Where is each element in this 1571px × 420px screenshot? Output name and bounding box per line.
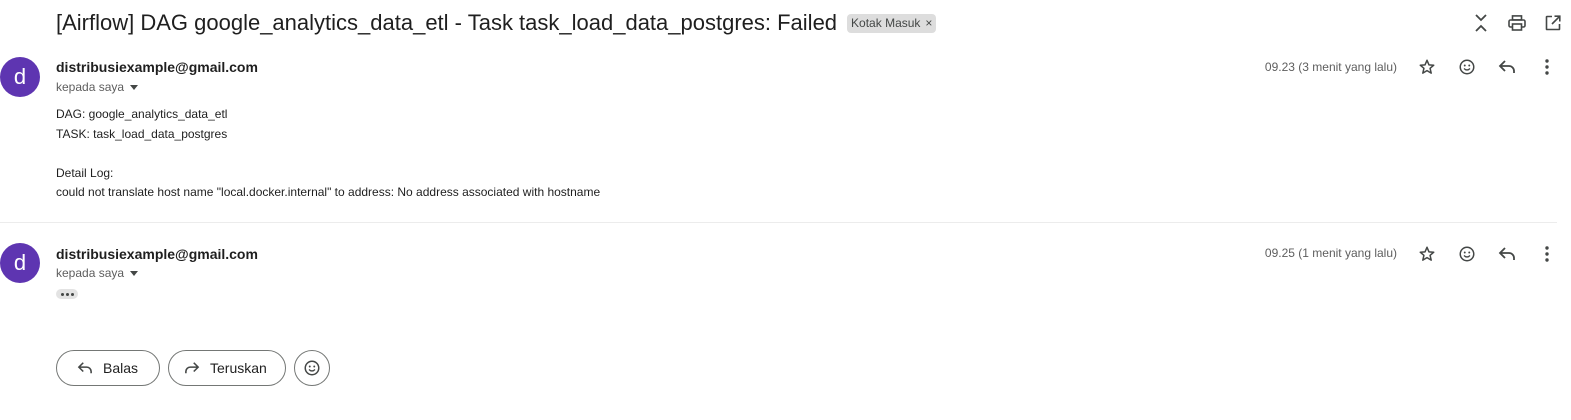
sender-email[interactable]: distribusiexample@gmail.com bbox=[56, 59, 258, 75]
message-body: DAG: google_analytics_data_etl TASK: tas… bbox=[56, 105, 600, 203]
recipient-label: kepada saya bbox=[56, 266, 125, 280]
emoji-icon bbox=[304, 360, 320, 376]
print-icon[interactable] bbox=[1499, 12, 1535, 34]
sender-email[interactable]: distribusiexample@gmail.com bbox=[56, 246, 258, 262]
body-detail-log-label: Detail Log: bbox=[56, 165, 114, 180]
reply-button-label: Balas bbox=[103, 360, 139, 376]
subject-row: [Airflow] DAG google_analytics_data_etl … bbox=[56, 9, 937, 37]
message-date: 09.25 (1 menit yang lalu) bbox=[1264, 246, 1397, 260]
forward-button-label: Teruskan bbox=[210, 360, 267, 376]
reply-icon bbox=[77, 361, 93, 375]
forward-icon bbox=[184, 361, 200, 375]
more-options-icon[interactable] bbox=[1527, 54, 1567, 80]
add-reaction-icon[interactable] bbox=[1447, 54, 1487, 80]
message-actions bbox=[1407, 241, 1567, 267]
thread-toolbar bbox=[1463, 12, 1571, 34]
message-divider bbox=[0, 222, 1557, 223]
more-options-icon[interactable] bbox=[1527, 241, 1567, 267]
label-chip-text: Kotak Masuk bbox=[851, 16, 921, 30]
collapse-all-icon[interactable] bbox=[1463, 12, 1499, 34]
body-dag-line: DAG: google_analytics_data_etl bbox=[56, 107, 228, 121]
chevron-down-icon[interactable] bbox=[130, 84, 139, 90]
body-error-line: could not translate host name "local.doc… bbox=[56, 185, 601, 199]
star-icon[interactable] bbox=[1407, 54, 1447, 80]
inbox-label-chip[interactable]: Kotak Masuk × bbox=[847, 13, 937, 33]
add-reaction-icon[interactable] bbox=[1447, 241, 1487, 267]
show-trimmed-content-button[interactable] bbox=[56, 289, 78, 299]
emoji-reaction-button[interactable] bbox=[294, 350, 330, 386]
avatar[interactable]: d bbox=[0, 243, 40, 283]
avatar[interactable]: d bbox=[0, 57, 40, 97]
open-in-new-window-icon[interactable] bbox=[1535, 12, 1571, 34]
message-date: 09.23 (3 menit yang lalu) bbox=[1264, 60, 1397, 74]
reply-button[interactable]: Balas bbox=[56, 350, 160, 386]
recipient-label: kepada saya bbox=[56, 80, 125, 94]
recipient-details[interactable]: kepada saya bbox=[56, 266, 139, 280]
chevron-down-icon[interactable] bbox=[130, 270, 139, 276]
reply-icon[interactable] bbox=[1487, 54, 1527, 80]
recipient-details[interactable]: kepada saya bbox=[56, 80, 139, 94]
forward-button[interactable]: Teruskan bbox=[168, 350, 286, 386]
message-actions bbox=[1407, 54, 1567, 80]
email-subject: [Airflow] DAG google_analytics_data_etl … bbox=[56, 10, 838, 35]
body-task-line: TASK: task_load_data_postgres bbox=[56, 126, 228, 141]
remove-label-icon[interactable]: × bbox=[925, 16, 932, 30]
reply-icon[interactable] bbox=[1487, 241, 1527, 267]
star-icon[interactable] bbox=[1407, 241, 1447, 267]
